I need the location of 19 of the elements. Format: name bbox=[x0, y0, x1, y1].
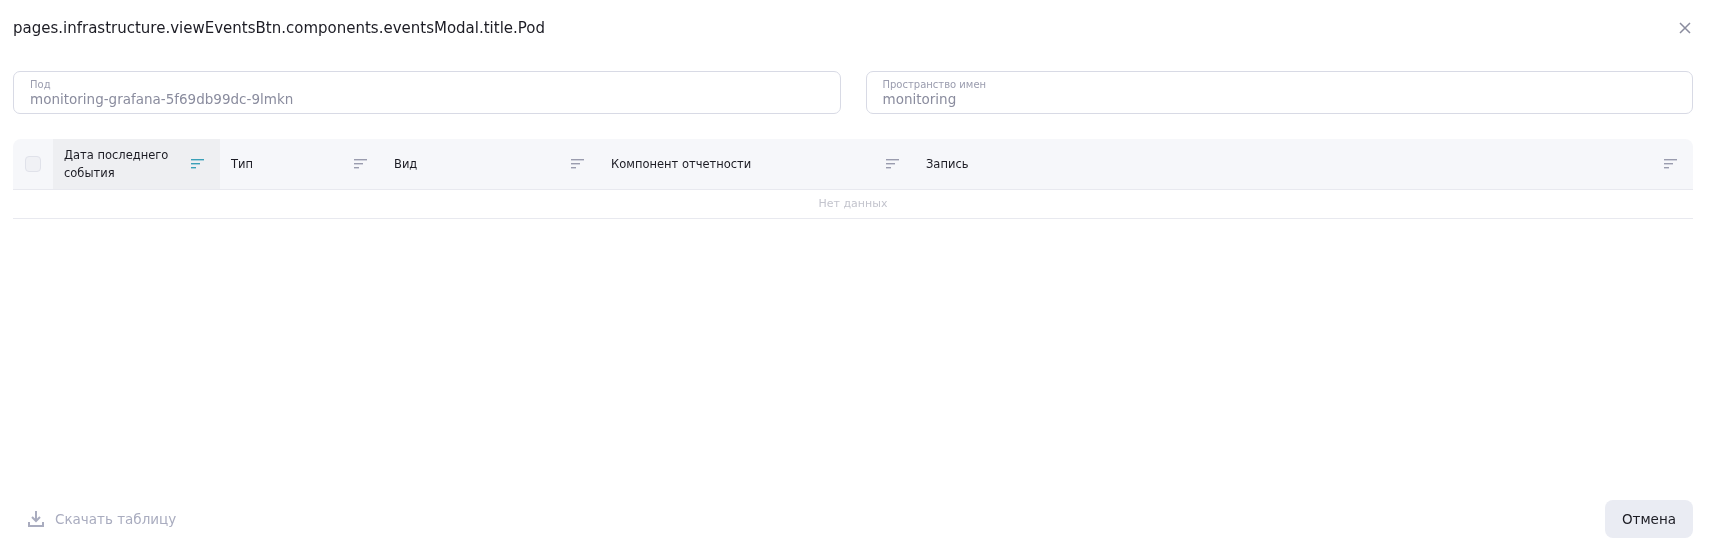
field-value: monitoring-grafana-5f69db99dc-9lmkn bbox=[30, 90, 295, 107]
sort-icon[interactable] bbox=[571, 159, 584, 169]
sort-icon[interactable] bbox=[354, 159, 367, 169]
sort-icon[interactable] bbox=[191, 159, 204, 169]
field-label: Пространство имен bbox=[882, 78, 988, 90]
sort-icon[interactable] bbox=[886, 159, 899, 169]
empty-message: Нет данных bbox=[13, 190, 1693, 219]
column-header[interactable]: Вид bbox=[383, 139, 600, 189]
column-header[interactable]: Запись bbox=[915, 139, 1693, 189]
download-icon bbox=[27, 510, 45, 528]
cancel-button[interactable]: Отмена bbox=[1604, 500, 1693, 538]
dialog-title: pages.infrastructure.viewEventsBtn.components.eventsModal.title.Pod bbox=[13, 19, 546, 37]
sort-icon[interactable] bbox=[1664, 159, 1677, 169]
column-header[interactable]: Тип bbox=[220, 139, 383, 189]
close-icon[interactable] bbox=[1679, 22, 1691, 34]
column-header[interactable]: Дата последнего события bbox=[53, 139, 220, 189]
column-header[interactable]: Компонент отчетности bbox=[600, 139, 915, 189]
field-value: monitoring bbox=[882, 90, 958, 107]
field-label: Под bbox=[30, 78, 52, 90]
